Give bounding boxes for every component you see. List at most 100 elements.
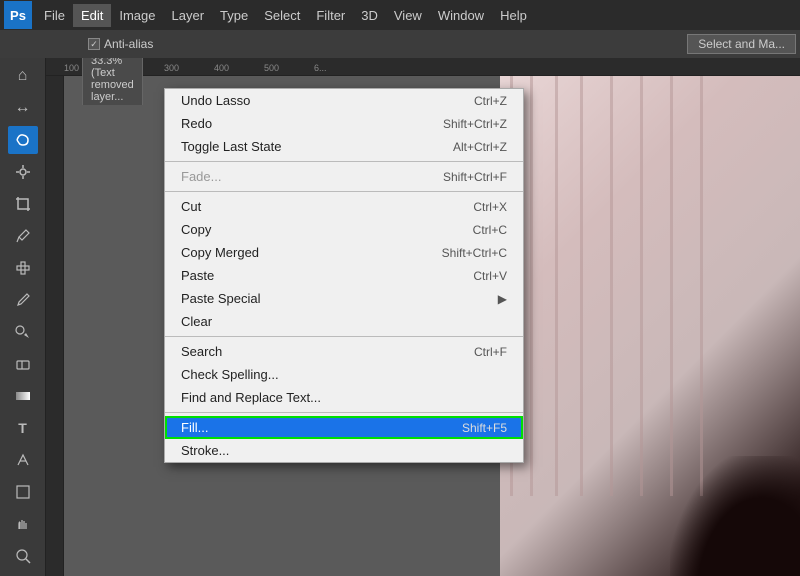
menu-paste[interactable]: Paste Ctrl+V <box>165 264 523 287</box>
menu-select[interactable]: Select <box>256 4 308 27</box>
tool-move[interactable]: ⌂ <box>8 62 38 90</box>
anti-alias-checkbox[interactable]: ✓ Anti-alias <box>88 37 153 51</box>
curtain-line-6 <box>640 76 643 496</box>
tool-zoom[interactable] <box>8 542 38 570</box>
menu-fade[interactable]: Fade... Shift+Ctrl+F <box>165 165 523 188</box>
tool-healing[interactable] <box>8 254 38 282</box>
tool-magic-wand[interactable] <box>8 158 38 186</box>
hair-area <box>670 456 800 576</box>
menu-layer[interactable]: Layer <box>164 4 213 27</box>
menu-paste-special[interactable]: Paste Special ▶ <box>165 287 523 310</box>
cut-label: Cut <box>181 199 201 214</box>
clear-label: Clear <box>181 314 212 329</box>
paste-label: Paste <box>181 268 214 283</box>
separator-2 <box>165 191 523 192</box>
fill-shortcut: Shift+F5 <box>462 421 507 435</box>
ruler-left <box>46 76 64 576</box>
tool-hand[interactable] <box>8 510 38 538</box>
menu-undo-lasso[interactable]: Undo Lasso Ctrl+Z <box>165 89 523 112</box>
separator-3 <box>165 336 523 337</box>
ruler-300: 300 <box>164 63 214 73</box>
select-and-mask-button[interactable]: Select and Ma... <box>687 34 796 54</box>
menu-3d[interactable]: 3D <box>353 4 386 27</box>
canvas-tab[interactable]: 1.jpg @ 33.3% (Text removed layer... <box>82 58 143 105</box>
cut-shortcut: Ctrl+X <box>473 200 507 214</box>
tool-brush[interactable] <box>8 286 38 314</box>
tool-pen[interactable] <box>8 446 38 474</box>
fade-shortcut: Shift+Ctrl+F <box>443 170 507 184</box>
curtain-line-8 <box>700 76 703 496</box>
redo-shortcut: Shift+Ctrl+Z <box>443 117 507 131</box>
canvas-image <box>500 76 800 576</box>
menu-stroke[interactable]: Stroke... <box>165 439 523 462</box>
tool-eyedropper[interactable] <box>8 222 38 250</box>
ruler-400: 400 <box>214 63 264 73</box>
menu-search[interactable]: Search Ctrl+F <box>165 340 523 363</box>
tool-crop[interactable] <box>8 190 38 218</box>
menu-help[interactable]: Help <box>492 4 535 27</box>
curtain-area <box>500 76 800 496</box>
copy-merged-shortcut: Shift+Ctrl+C <box>442 246 507 260</box>
fade-label: Fade... <box>181 169 221 184</box>
separator-1 <box>165 161 523 162</box>
tool-text[interactable]: T <box>8 414 38 442</box>
menu-filter[interactable]: Filter <box>308 4 353 27</box>
separator-4 <box>165 412 523 413</box>
menu-window[interactable]: Window <box>430 4 492 27</box>
toggle-last-state-shortcut: Alt+Ctrl+Z <box>453 140 507 154</box>
search-label: Search <box>181 344 222 359</box>
menu-image[interactable]: Image <box>111 4 163 27</box>
menu-fill[interactable]: Fill... Shift+F5 <box>165 416 523 439</box>
tool-gradient[interactable] <box>8 382 38 410</box>
paste-special-arrow: ▶ <box>498 292 507 306</box>
main-layout: ⌂ ↔ <box>0 58 800 576</box>
copy-shortcut: Ctrl+C <box>473 223 507 237</box>
anti-alias-label: Anti-alias <box>104 37 153 51</box>
menu-check-spelling[interactable]: Check Spelling... <box>165 363 523 386</box>
find-replace-label: Find and Replace Text... <box>181 390 321 405</box>
menu-type[interactable]: Type <box>212 4 256 27</box>
undo-lasso-shortcut: Ctrl+Z <box>474 94 507 108</box>
tool-lasso[interactable] <box>8 126 38 154</box>
paste-shortcut: Ctrl+V <box>473 269 507 283</box>
menu-file[interactable]: File <box>36 4 73 27</box>
ruler-600: 6... <box>314 63 364 73</box>
toolbar-placeholder <box>4 42 84 46</box>
menu-bar: Ps File Edit Image Layer Type Select Fil… <box>0 0 800 30</box>
copy-label: Copy <box>181 222 211 237</box>
check-spelling-label: Check Spelling... <box>181 367 279 382</box>
fill-label: Fill... <box>181 420 208 435</box>
canvas-area: 100 200 300 400 500 6... 1.jpg @ 33.3% (… <box>46 58 800 576</box>
redo-label: Redo <box>181 116 212 131</box>
photoshop-icon: Ps <box>4 1 32 29</box>
menu-clear[interactable]: Clear <box>165 310 523 333</box>
menu-edit[interactable]: Edit <box>73 4 111 27</box>
search-shortcut: Ctrl+F <box>474 345 507 359</box>
curtain-line-2 <box>530 76 533 496</box>
menu-copy-merged[interactable]: Copy Merged Shift+Ctrl+C <box>165 241 523 264</box>
copy-merged-label: Copy Merged <box>181 245 259 260</box>
curtain-line-7 <box>670 76 673 496</box>
stroke-label: Stroke... <box>181 443 229 458</box>
tool-shape[interactable] <box>8 478 38 506</box>
menu-find-replace[interactable]: Find and Replace Text... <box>165 386 523 409</box>
tool-eraser[interactable] <box>8 350 38 378</box>
menu-toggle-last-state[interactable]: Toggle Last State Alt+Ctrl+Z <box>165 135 523 158</box>
menu-view[interactable]: View <box>386 4 430 27</box>
curtain-line-5 <box>610 76 613 496</box>
menu-copy[interactable]: Copy Ctrl+C <box>165 218 523 241</box>
anti-alias-check-icon: ✓ <box>88 38 100 50</box>
tool-clone-stamp[interactable] <box>8 318 38 346</box>
curtain-line-4 <box>580 76 583 496</box>
ruler-500: 500 <box>264 63 314 73</box>
ruler-top: 100 200 300 400 500 6... <box>46 58 800 76</box>
tool-arrow[interactable]: ↔ <box>8 94 38 122</box>
left-sidebar: ⌂ ↔ <box>0 58 46 576</box>
toggle-last-state-label: Toggle Last State <box>181 139 281 154</box>
menu-cut[interactable]: Cut Ctrl+X <box>165 195 523 218</box>
paste-special-label: Paste Special <box>181 291 261 306</box>
edit-dropdown-menu[interactable]: Undo Lasso Ctrl+Z Redo Shift+Ctrl+Z Togg… <box>164 88 524 463</box>
menu-redo[interactable]: Redo Shift+Ctrl+Z <box>165 112 523 135</box>
options-bar: ✓ Anti-alias Select and Ma... <box>0 30 800 58</box>
curtain-line-3 <box>555 76 558 496</box>
